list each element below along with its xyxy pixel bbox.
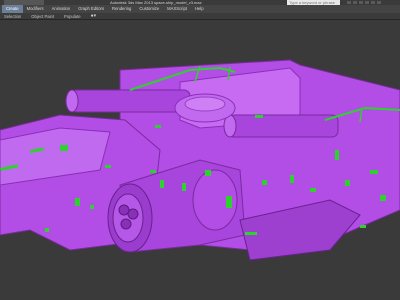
menu-maxscript[interactable]: MAXScript [163,5,191,13]
minimize-icon[interactable] [365,1,369,4]
menu-help[interactable]: Help [191,5,208,13]
options-dropdown-icon[interactable]: ●▾ [91,13,97,20]
hull-pipe-right [227,114,339,138]
help-icon[interactable] [359,1,363,4]
search-icon[interactable] [347,1,351,4]
viewport[interactable] [0,20,400,300]
menu-customize[interactable]: Customize [135,5,163,13]
menu-rendering[interactable]: Rendering [108,5,135,13]
hull-pipe-left [69,89,191,113]
close-icon[interactable] [377,1,381,4]
tab-selection[interactable]: Selection [4,13,31,20]
tab-object-paint[interactable]: Object Paint [31,13,64,20]
spaceship-model [0,20,400,300]
maximize-icon[interactable] [371,1,375,4]
subscription-icon[interactable] [353,1,357,4]
ribbon-tabs: Selection Object Paint Populate ●▾ [0,13,400,20]
tab-populate[interactable]: Populate [64,13,91,20]
